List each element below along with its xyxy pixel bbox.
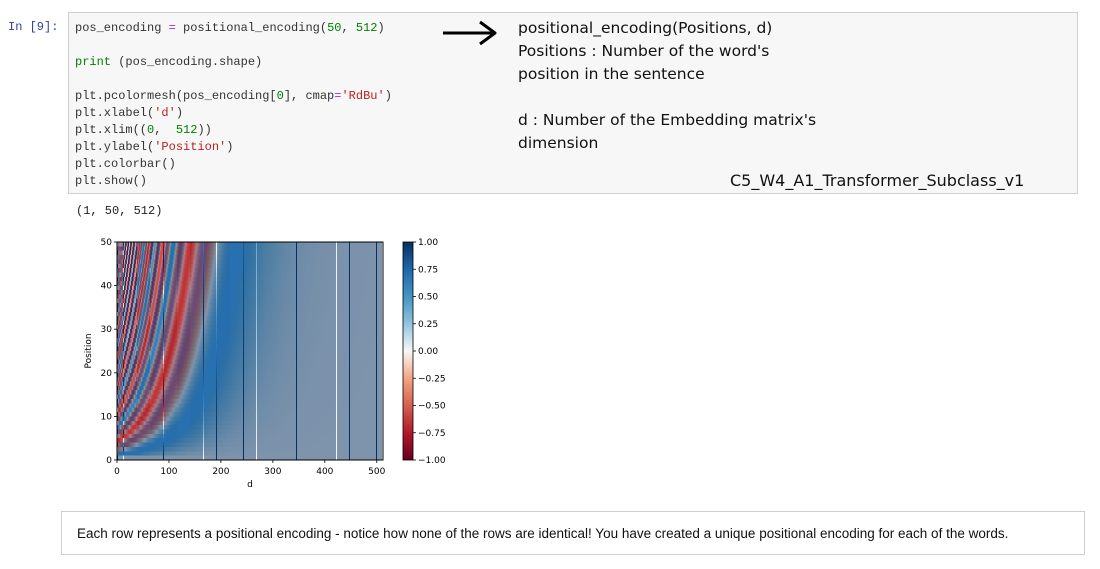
- code-token: ,: [341, 21, 356, 35]
- markdown-text: Each row represents a positional encodin…: [77, 526, 1009, 541]
- annotation-line: Positions : Number of the word's: [518, 42, 770, 60]
- code-token: positional_encoding(: [183, 21, 328, 35]
- colorbar-tick-label: −0.75: [418, 429, 446, 439]
- code-token: 0: [276, 89, 284, 103]
- code-token: pos_encoding: [75, 21, 162, 35]
- code-token: )): [197, 123, 212, 137]
- code-token: =: [161, 21, 184, 35]
- y-tick-label: 10: [101, 412, 113, 422]
- code-token: ): [175, 106, 184, 120]
- code-token: 512: [355, 21, 378, 35]
- right-arrow-icon: [443, 20, 497, 46]
- code-line: plt.xlabel('d'): [75, 105, 392, 122]
- annotation-line: d : Number of the Embedding matrix's: [518, 111, 817, 129]
- code-line: pos_encoding = positional_encoding(50, 5…: [75, 20, 392, 37]
- y-tick-label: 30: [101, 325, 113, 335]
- code-token: 50: [327, 21, 342, 35]
- code-token: plt.xlim((: [75, 123, 148, 137]
- code-token: (pos_encoding.shape): [111, 55, 263, 69]
- code-line: plt.xlim((0, 512)): [75, 122, 392, 139]
- code-line: plt.ylabel('Position'): [75, 139, 392, 156]
- input-prompt: In [9]:: [8, 20, 59, 34]
- colorbar-tick-label: 0.50: [418, 293, 438, 303]
- code-line: plt.pcolormesh(pos_encoding[0], cmap='Rd…: [75, 88, 392, 105]
- colorbar-gradient: [402, 241, 414, 461]
- y-tick-label: 50: [101, 238, 113, 248]
- code-token: 'Position': [154, 140, 227, 154]
- x-tick-label: 0: [114, 467, 120, 477]
- colorbar-tick-label: −0.25: [418, 374, 446, 384]
- y-tick-label: 0: [106, 456, 112, 466]
- annotation-note: positional_encoding(Positions, d) Positi…: [518, 17, 816, 155]
- code-editor[interactable]: pos_encoding = positional_encoding(50, 5…: [75, 20, 392, 190]
- code-token: plt.pcolormesh(pos_encoding[: [75, 89, 277, 103]
- annotation-line: positional_encoding(Positions, d): [518, 19, 773, 37]
- code-token: plt.ylabel(: [75, 140, 155, 154]
- x-axis-label: d: [247, 480, 253, 490]
- colorbar-tick-label: 0.00: [418, 347, 438, 357]
- colorbar-tick-label: −1.00: [418, 456, 446, 466]
- colorbar-tick-label: 0.75: [418, 265, 438, 275]
- code-token: 'd': [154, 106, 176, 120]
- colorbar-tick-label: −0.50: [418, 402, 446, 412]
- heatmap-image: [117, 242, 383, 460]
- code-line: plt.colorbar(): [75, 157, 176, 171]
- code-line: plt.show(): [75, 174, 148, 188]
- x-tick-label: 200: [212, 467, 229, 477]
- heatmap-cells: [117, 242, 383, 460]
- annotation-line: dimension: [518, 134, 599, 152]
- y-tick-label: 40: [101, 282, 113, 292]
- colorbar-tick-label: 1.00: [418, 238, 438, 248]
- notebook-tag: C5_W4_A1_Transformer_Subclass_v1: [730, 171, 1025, 190]
- code-line: print (pos_encoding.shape): [75, 54, 392, 71]
- y-axis-label: Position: [84, 333, 94, 368]
- y-tick-label: 20: [101, 369, 113, 379]
- x-tick-label: 300: [264, 467, 281, 477]
- code-token: ): [377, 21, 385, 35]
- x-tick-label: 500: [368, 467, 385, 477]
- colorbar: 1.00 0.75 0.50 0.25 0.00 −0.25 −0.50 −0.75 −1.00: [402, 238, 446, 466]
- code-token: print: [75, 55, 112, 69]
- code-token: 'RdBu': [341, 89, 385, 103]
- markdown-cell[interactable]: Each row represents a positional encodin…: [61, 511, 1085, 555]
- code-token: plt.xlabel(: [75, 106, 155, 120]
- x-tick-label: 400: [316, 467, 333, 477]
- code-token: 512: [175, 123, 198, 137]
- annotation-line: position in the sentence: [518, 65, 705, 83]
- code-token: ], cmap: [283, 89, 335, 103]
- colorbar-tick-label: 0.25: [418, 320, 438, 330]
- code-token: ): [226, 140, 234, 154]
- x-tick-label: 100: [160, 467, 177, 477]
- heatmap-figure: 0 100 200 300 400 500 0 10 20 30 40 50 d Position 1.0…: [84, 238, 446, 490]
- code-token: ,: [154, 123, 176, 137]
- code-token: ): [384, 89, 392, 103]
- output-shape: (1, 50, 512): [76, 204, 163, 218]
